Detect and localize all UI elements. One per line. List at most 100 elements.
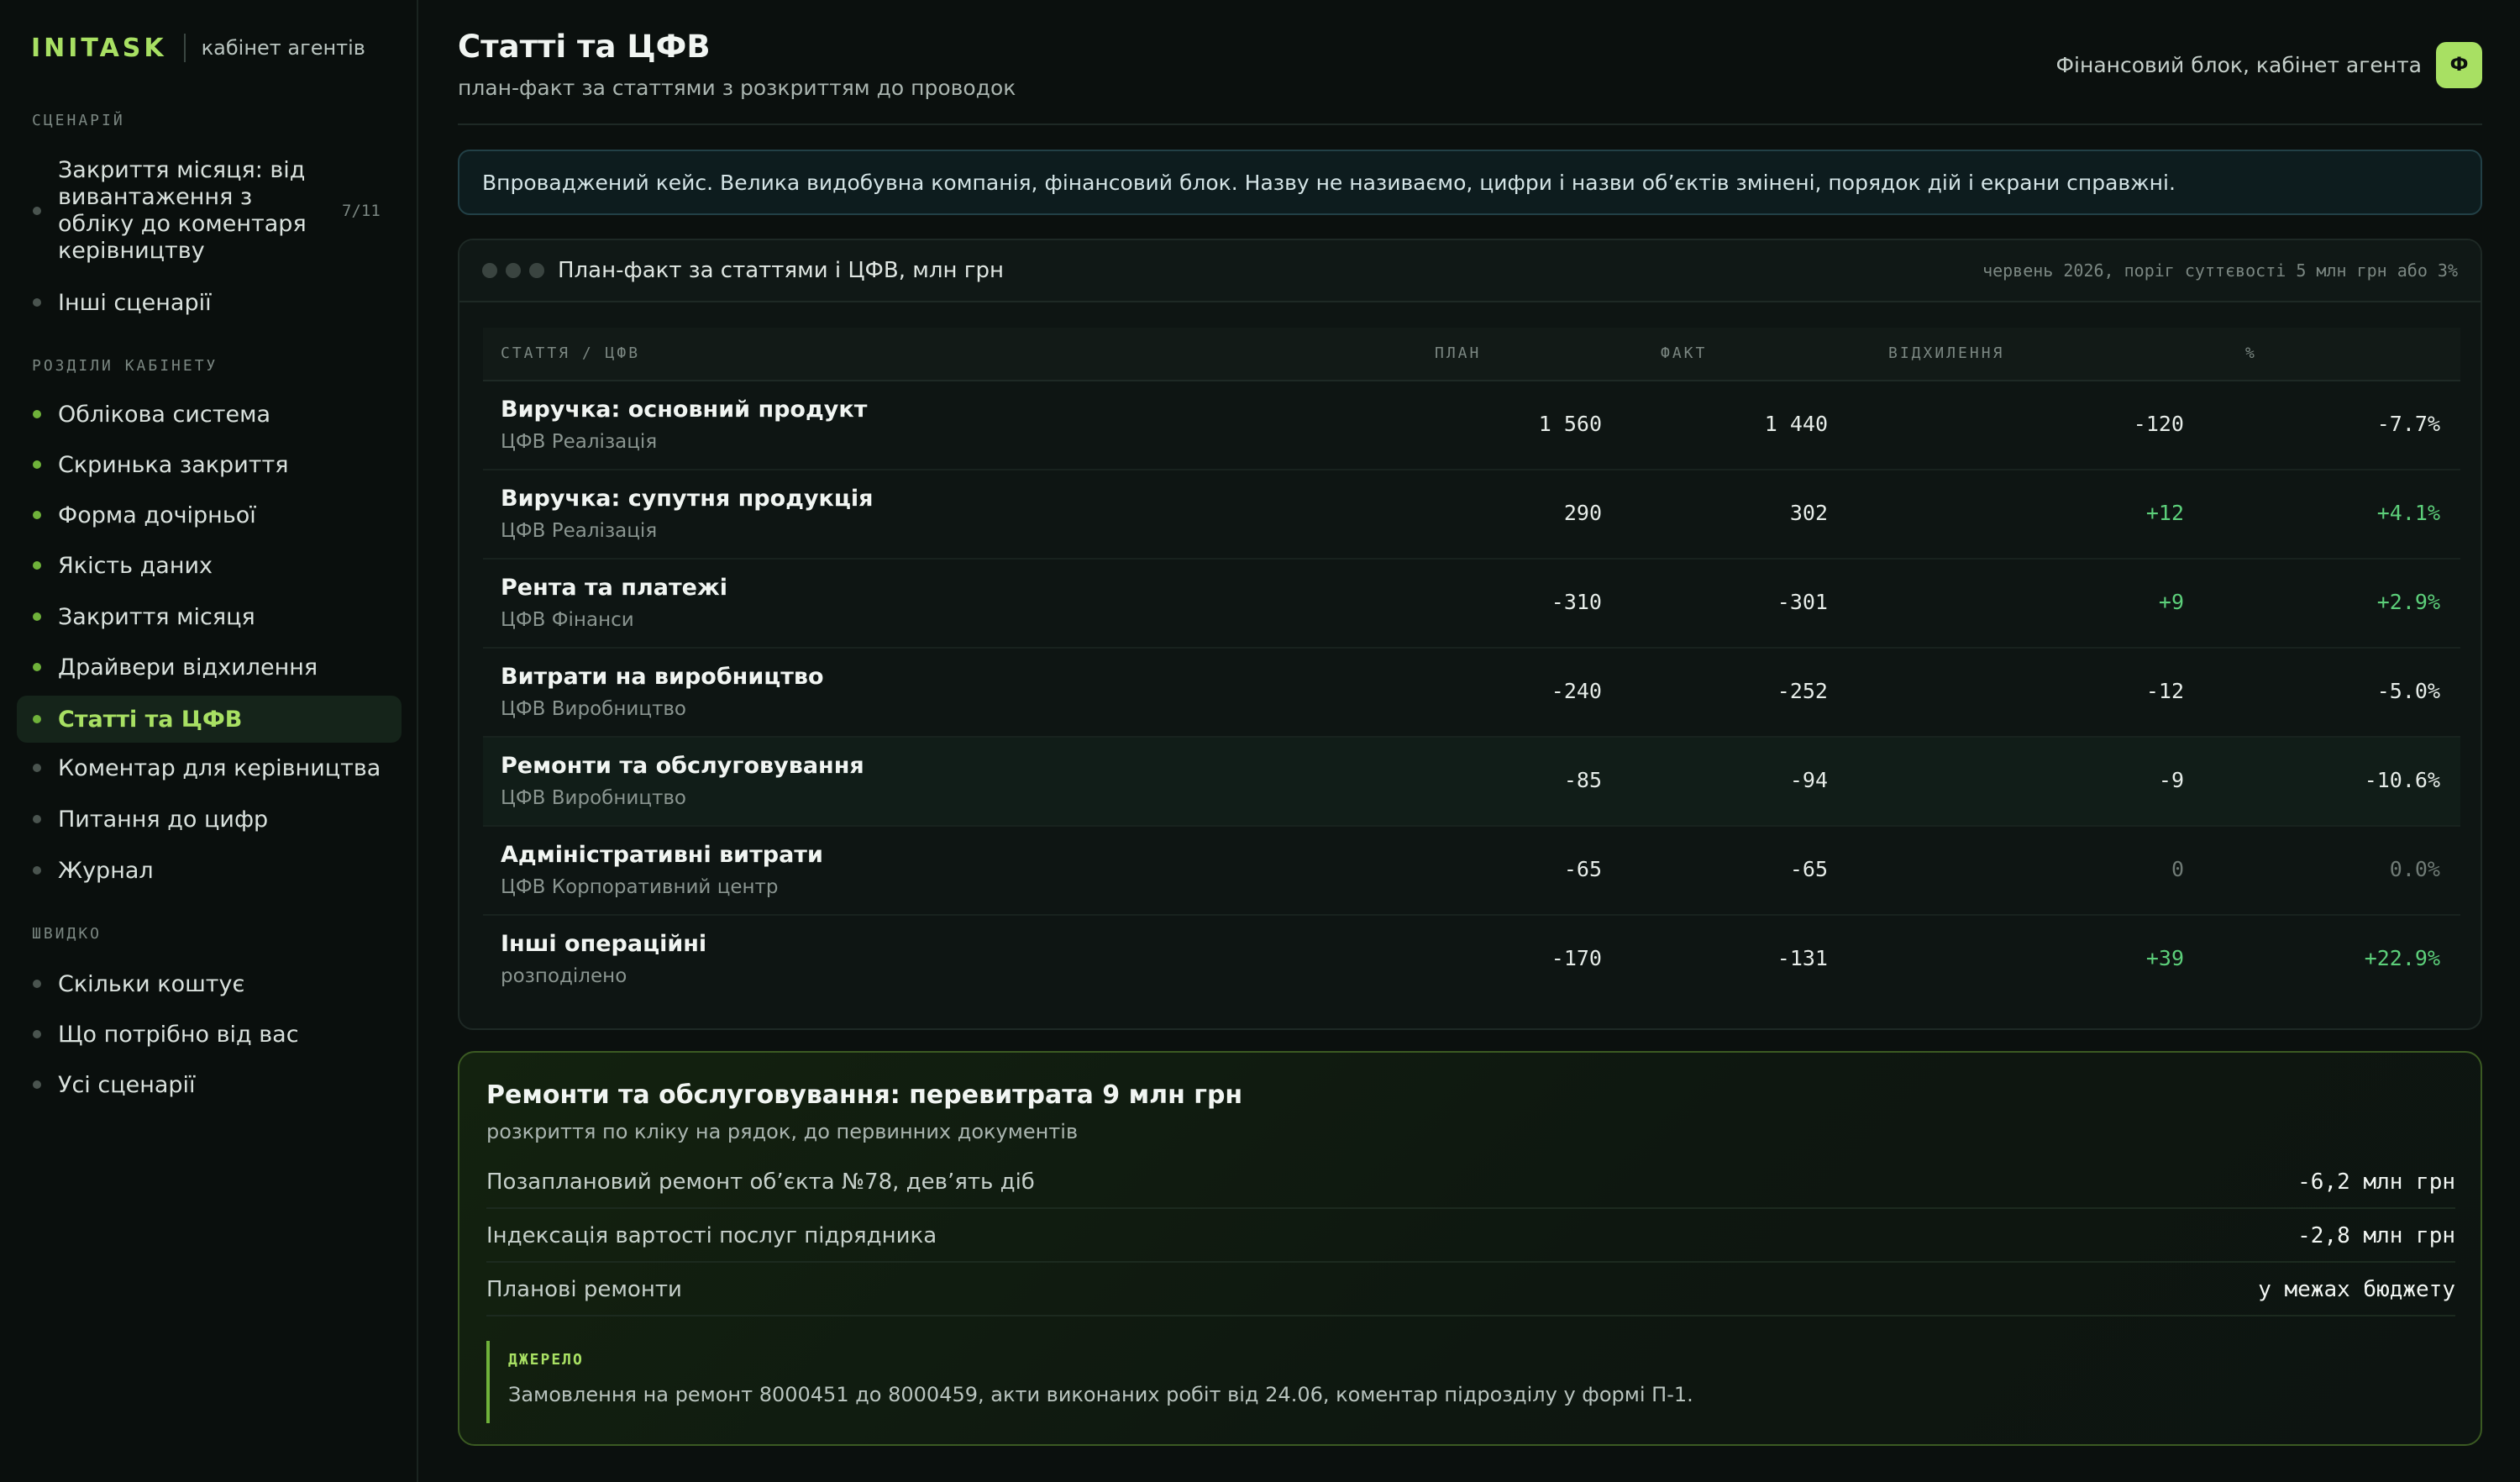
sidebar-item-accounting-system[interactable]: Облікова система — [17, 397, 402, 431]
table-row[interactable]: Виручка: супутня продукція ЦФВ Реалізаці… — [483, 470, 2460, 560]
table-row[interactable]: Витрати на виробництво ЦФВ Виробництво -… — [483, 649, 2460, 738]
row-article-name: Виручка: основний продукт — [501, 397, 868, 423]
drilldown-row[interactable]: Індексація вартості послуг підрядника -2… — [486, 1209, 2455, 1263]
row-deviation: -9 — [2158, 768, 2184, 792]
drilldown-row-value: -6,2 млн грн — [2297, 1169, 2455, 1195]
case-notice: Впроваджений кейс. Велика видобувна комп… — [458, 150, 2482, 215]
table-row-selected[interactable]: Ремонти та обслуговування ЦФВ Виробництв… — [483, 738, 2460, 827]
sidebar-item-management-comment[interactable]: Коментар для керівництва — [17, 751, 402, 785]
row-percent: +22.9% — [2364, 946, 2440, 970]
drilldown-row-label: Індексація вартості послуг підрядника — [486, 1223, 937, 1248]
window-dot-icon — [506, 263, 521, 278]
sidebar-item-label: Питання до цифр — [58, 806, 269, 833]
status-dot-icon — [33, 764, 41, 772]
row-percent: -7.7% — [2376, 412, 2440, 436]
drilldown-row-value: у межах бюджету — [2258, 1277, 2455, 1302]
sidebar-item-label: Закриття місяця — [58, 603, 255, 630]
sidebar-item-label: Закриття місяця: від вивантаження з облі… — [58, 157, 307, 264]
row-article-name: Ремонти та обслуговування — [501, 753, 864, 779]
drilldown-row[interactable]: Планові ремонти у межах бюджету — [486, 1263, 2455, 1316]
sidebar-section-cabinet-title: РОЗДІЛИ КАБІНЕТУ — [32, 357, 218, 375]
page-subtitle: план-факт за статтями з розкриттям до пр… — [458, 76, 1016, 100]
row-plan: -310 — [1551, 590, 1602, 614]
row-fact: -252 — [1777, 679, 1828, 703]
sidebar-item-closing-box[interactable]: Скринька закриття — [17, 448, 402, 481]
row-percent: -5.0% — [2376, 679, 2440, 703]
row-fact: 1 440 — [1764, 412, 1828, 436]
sidebar-item-other-scenarios[interactable]: Інші сценарії — [17, 286, 402, 319]
row-article-name: Виручка: супутня продукція — [501, 486, 874, 512]
sidebar-item-data-quality[interactable]: Якість даних — [17, 549, 402, 582]
sidebar-item-label: Усі сценарії — [58, 1071, 196, 1098]
window-dot-icon — [529, 263, 544, 278]
drilldown-card: Ремонти та обслуговування: перевитрата 9… — [458, 1051, 2482, 1446]
sidebar-item-label: Коментар для керівництва — [58, 754, 381, 781]
bullet-icon — [33, 1030, 41, 1038]
sidebar-item-requirements[interactable]: Що потрібно від вас — [17, 1017, 402, 1051]
page-title: Статті та ЦФВ — [458, 29, 711, 65]
sidebar-item-label: Скринька закриття — [58, 451, 289, 478]
row-plan: -170 — [1551, 946, 1602, 970]
drilldown-row[interactable]: Позаплановий ремонт об’єкта №78, дев’ять… — [486, 1155, 2455, 1209]
row-plan: -240 — [1551, 679, 1602, 703]
sidebar-item-subsidiary-form[interactable]: Форма дочірньої — [17, 498, 402, 532]
row-percent: 0.0% — [2389, 857, 2440, 881]
sidebar-section-scenarios-title: СЦЕНАРІЙ — [32, 112, 125, 129]
row-percent: -10.6% — [2364, 768, 2440, 792]
row-deviation: -120 — [2133, 412, 2184, 436]
sidebar-item-month-close[interactable]: Закриття місяця — [17, 600, 402, 633]
row-cfv: ЦФВ Виробництво — [501, 698, 686, 720]
sidebar-item-pricing[interactable]: Скільки коштує — [17, 967, 402, 1001]
row-fact: 302 — [1789, 501, 1828, 525]
table-meta: червень 2026, поріг суттєвості 5 млн грн… — [1982, 260, 2458, 281]
context-label: Фінансовий блок, кабінет агента — [2055, 53, 2422, 77]
bullet-icon — [33, 980, 41, 988]
window-dot-icon — [482, 263, 497, 278]
drilldown-title: Ремонти та обслуговування: перевитрата 9… — [486, 1080, 1243, 1110]
row-plan: 1 560 — [1538, 412, 1602, 436]
row-deviation: +9 — [2158, 590, 2184, 614]
sidebar-item-all-scenarios[interactable]: Усі сценарії — [17, 1068, 402, 1101]
row-plan: 290 — [1563, 501, 1602, 525]
status-dot-icon — [33, 715, 41, 723]
column-header-item: СТАТТЯ / ЦФВ — [501, 344, 641, 362]
drilldown-row-label: Позаплановий ремонт об’єкта №78, дев’ять… — [486, 1169, 1035, 1195]
drilldown-row-value: -2,8 млн грн — [2297, 1223, 2455, 1248]
source-text: Замовлення на ремонт 8000451 до 8000459,… — [508, 1383, 1693, 1406]
sidebar-item-journal[interactable]: Журнал — [17, 854, 402, 887]
status-dot-icon — [33, 663, 41, 671]
bullet-icon — [33, 298, 41, 307]
row-article-name: Рента та платежі — [501, 575, 728, 601]
row-cfv: ЦФВ Корпоративний центр — [501, 876, 779, 898]
row-fact: -65 — [1789, 857, 1828, 881]
table-row[interactable]: Рента та платежі ЦФВ Фінанси -310 -301 +… — [483, 560, 2460, 649]
row-cfv: ЦФВ Виробництво — [501, 787, 686, 809]
source-title: ДЖЕРЕЛО — [508, 1351, 584, 1369]
row-deviation: -12 — [2145, 679, 2184, 703]
plan-fact-table-card: План-факт за статтями і ЦФВ, млн грн чер… — [458, 239, 2482, 1030]
sidebar-item-label: Якість даних — [58, 552, 213, 579]
table-row[interactable]: Адміністративні витрати ЦФВ Корпоративни… — [483, 827, 2460, 916]
sidebar-item-articles-cfv[interactable]: Статті та ЦФВ — [17, 696, 402, 743]
row-plan: -85 — [1563, 768, 1602, 792]
sidebar-item-month-close-scenario[interactable]: Закриття місяця: від вивантаження з облі… — [17, 155, 402, 267]
row-fact: -301 — [1777, 590, 1828, 614]
scenario-step-counter: 7/11 — [342, 202, 381, 220]
sidebar-item-label: Скільки коштує — [58, 970, 245, 997]
sidebar-item-label: Драйвери відхилення — [58, 654, 318, 681]
brand[interactable]: INITASK кабінет агентів — [31, 32, 365, 64]
drilldown-row-label: Планові ремонти — [486, 1277, 682, 1302]
avatar[interactable]: Ф — [2436, 42, 2482, 88]
row-deviation: 0 — [2171, 857, 2184, 881]
column-header-plan: ПЛАН — [1435, 344, 1482, 362]
row-cfv: ЦФВ Реалізація — [501, 520, 658, 542]
status-dot-icon — [33, 460, 41, 469]
table-row[interactable]: Виручка: основний продукт ЦФВ Реалізація… — [483, 381, 2460, 470]
row-cfv: розподілено — [501, 965, 627, 987]
table-row[interactable]: Інші операційні розподілено -170 -131 +3… — [483, 916, 2460, 1005]
sidebar-item-questions[interactable]: Питання до цифр — [17, 802, 402, 836]
brand-divider — [183, 34, 186, 62]
column-header-percent: % — [2245, 344, 2257, 362]
row-deviation: +39 — [2145, 946, 2184, 970]
sidebar-item-variance-drivers[interactable]: Драйвери відхилення — [17, 650, 402, 684]
